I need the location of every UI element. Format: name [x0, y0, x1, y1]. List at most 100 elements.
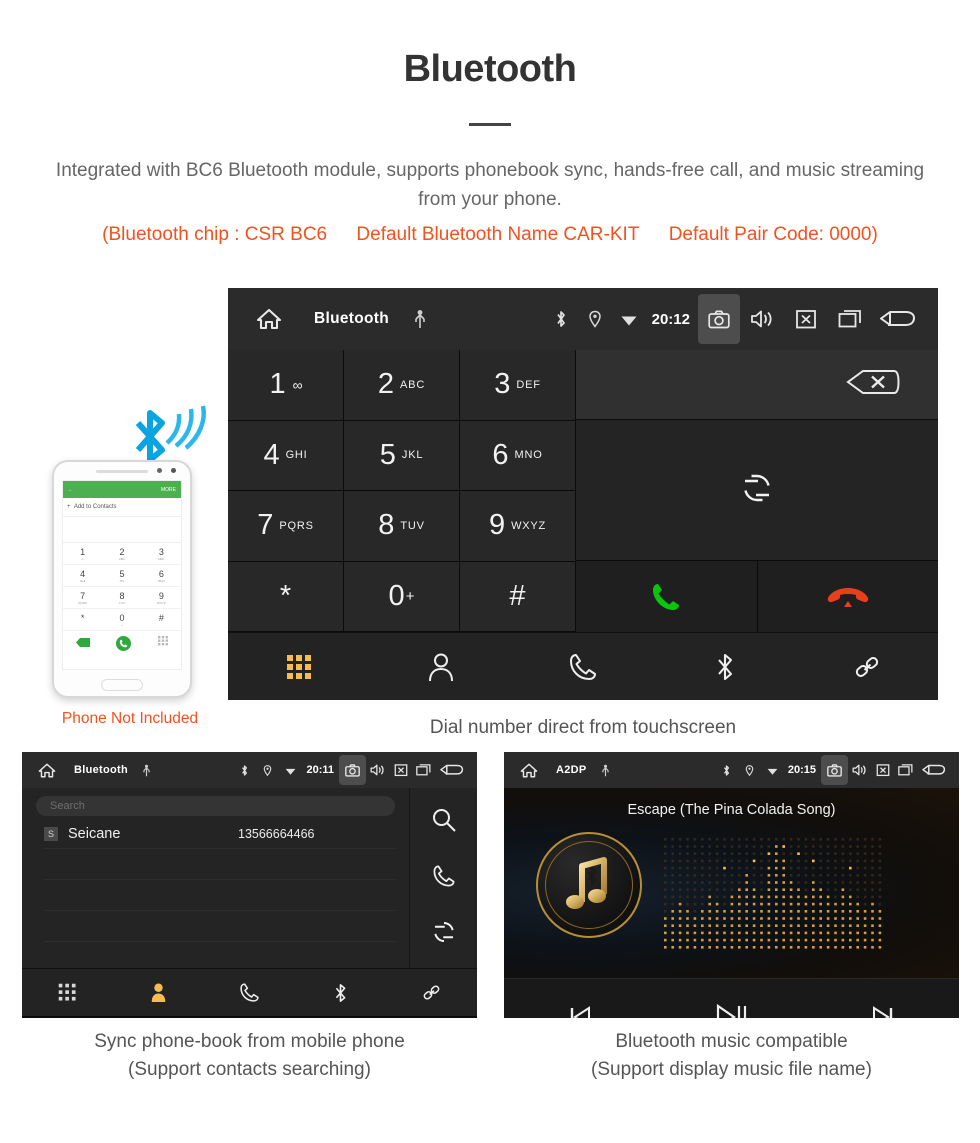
usb-icon	[413, 309, 427, 329]
phone-key: #	[141, 609, 181, 631]
usb-icon	[142, 764, 151, 777]
dial-key-1[interactable]: 1 ∞	[228, 350, 344, 421]
bluetooth-icon	[718, 653, 733, 680]
bluetooth-icon	[715, 757, 738, 783]
dial-key-star[interactable]: *	[228, 561, 344, 632]
hangup-button[interactable]	[757, 561, 938, 632]
volume-icon[interactable]	[740, 299, 784, 339]
link-icon	[855, 656, 879, 677]
music-player-body: Escape (The Pina Colada Song)	[504, 788, 959, 978]
nav-call-log[interactable]	[204, 982, 295, 1003]
usb-icon	[601, 764, 610, 777]
location-pin-icon	[256, 757, 279, 783]
phone-handset-icon[interactable]	[432, 864, 456, 893]
key-digit: 1	[269, 368, 286, 401]
search-placeholder: Search	[50, 800, 85, 812]
close-box-icon[interactable]	[784, 299, 828, 339]
phone-key: 6 MNO	[141, 565, 181, 587]
phonebook-bottom-nav	[22, 968, 477, 1016]
phone-handset-icon	[240, 983, 259, 1002]
sync-icon[interactable]	[741, 472, 773, 509]
close-box-icon[interactable]	[871, 757, 894, 783]
home-icon[interactable]	[32, 762, 62, 779]
phone-keypad: 1 ∞ 2 ABC 3 DEF 4 GHI 5 JKL 6 MNO 7 PQRS 8 TUV 9…	[63, 543, 181, 631]
next-track-button[interactable]	[807, 1004, 959, 1018]
phone-more-label: MORE	[161, 486, 176, 493]
nav-pair-link[interactable]	[386, 982, 477, 1003]
nav-bluetooth[interactable]	[295, 982, 386, 1004]
phone-key: 0 +	[102, 609, 142, 631]
nav-contacts[interactable]	[370, 652, 512, 682]
nav-contacts[interactable]	[113, 982, 204, 1003]
camera-icon[interactable]	[821, 755, 848, 785]
phone-key: 2 ABC	[102, 543, 142, 565]
key-digit: 4	[263, 438, 280, 471]
nav-pair-link[interactable]	[796, 652, 938, 682]
dial-key-8[interactable]: 8 TUV	[344, 491, 460, 562]
search-input[interactable]: Search	[36, 796, 395, 816]
statusbar-title: A2DP	[556, 764, 587, 776]
backspace-icon[interactable]	[846, 368, 900, 401]
recents-icon[interactable]	[828, 299, 872, 339]
recents-icon[interactable]	[894, 757, 917, 783]
dial-key-7[interactable]: 7 PQRS	[228, 491, 344, 562]
contact-number: 13566664466	[238, 827, 315, 841]
phone-speaker	[96, 470, 148, 473]
sync-icon[interactable]	[432, 920, 456, 949]
dial-key-9[interactable]: 9 WXYZ	[460, 491, 576, 562]
dial-key-2[interactable]: 2 ABC	[344, 350, 460, 421]
recents-icon[interactable]	[412, 757, 435, 783]
phonebook-body: Search S Seicane 13566664466	[22, 788, 477, 968]
phonebook-side-actions	[409, 788, 477, 968]
back-arrow-icon[interactable]	[872, 299, 924, 339]
phone-action-row	[63, 631, 181, 652]
phone-screen: ← MORE + Add to Contacts 1 ∞ 2 ABC 3 DEF 4G…	[62, 480, 182, 670]
dialpad-icon	[58, 983, 76, 1001]
dial-key-0[interactable]: 0 +	[344, 561, 460, 632]
close-box-icon[interactable]	[389, 757, 412, 783]
key-plus: +	[405, 587, 415, 605]
dialer-area: 1 ∞ 2 ABC 3 DEF 4 GHI 5 JKL 6 MNO 7 PQRS…	[228, 350, 938, 632]
bluetooth-icon	[335, 983, 346, 1002]
statusbar-right-cluster: 20:11	[233, 755, 469, 785]
dial-key-6[interactable]: 6 MNO	[460, 420, 576, 491]
page-title: Bluetooth	[403, 48, 577, 90]
phone-key: 5 JKL	[102, 565, 142, 587]
nav-dialpad[interactable]	[22, 983, 113, 1002]
dialer-statusbar: Bluetooth 20:12	[228, 288, 938, 350]
bluetooth-icon	[544, 299, 578, 339]
phone-key: 8 TUV	[102, 587, 142, 609]
phonebook-caption: Sync phone-book from mobile phone (Suppo…	[22, 1028, 477, 1083]
phone-key: 4 GHI	[63, 565, 103, 587]
call-icon	[653, 583, 680, 610]
camera-icon[interactable]	[698, 294, 740, 344]
camera-icon[interactable]	[339, 755, 366, 785]
volume-icon[interactable]	[848, 757, 871, 783]
phonebook-statusbar: Bluetooth 20:11	[22, 752, 477, 788]
call-button[interactable]	[576, 561, 758, 632]
back-arrow-icon[interactable]	[917, 757, 951, 783]
spec-name: Default Bluetooth Name CAR-KIT	[356, 223, 640, 245]
dial-key-3[interactable]: 3 DEF	[460, 350, 576, 421]
key-digit: 3	[494, 368, 511, 401]
phone-sensor-dot	[157, 468, 162, 473]
search-icon[interactable]	[431, 807, 457, 838]
back-arrow-icon[interactable]	[435, 757, 469, 783]
contact-row[interactable]: S Seicane 13566664466	[44, 816, 395, 849]
dialer-right-pane	[576, 350, 938, 632]
nav-call-log[interactable]	[512, 652, 654, 682]
previous-track-button[interactable]	[504, 1004, 656, 1018]
statusbar-clock: 20:15	[787, 764, 816, 776]
spec-chip: (Bluetooth chip : CSR BC6	[102, 223, 328, 245]
dial-key-5[interactable]: 5 JKL	[344, 420, 460, 491]
dialpad-keys: 1 ∞ 2 ABC 3 DEF 4 GHI 5 JKL 6 MNO 7 PQRS…	[228, 350, 576, 632]
play-pause-button[interactable]	[656, 1002, 808, 1018]
dial-key-4[interactable]: 4 GHI	[228, 420, 344, 491]
nav-dialpad[interactable]	[228, 654, 370, 680]
home-icon[interactable]	[514, 762, 544, 779]
nav-bluetooth[interactable]	[654, 651, 796, 683]
key-digit: 0	[388, 579, 405, 612]
dial-key-hash[interactable]: #	[460, 561, 576, 632]
volume-icon[interactable]	[366, 757, 389, 783]
home-icon[interactable]	[246, 307, 292, 331]
